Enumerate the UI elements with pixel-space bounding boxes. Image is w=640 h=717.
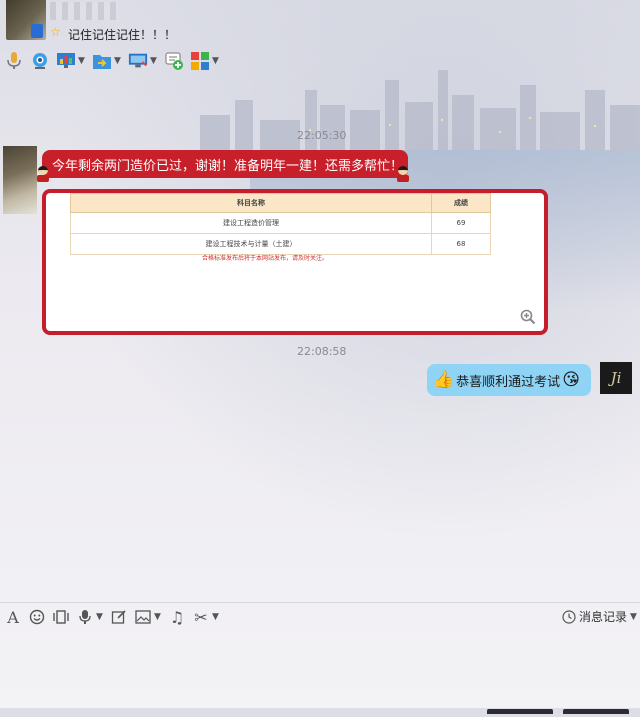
table-row: 建设工程造价管理 69	[70, 212, 491, 234]
chat-header: ☆ 记住记住记住！！！ ▼ ▼ ▼ ▼	[0, 0, 640, 80]
contact-signature: 记住记住记住！！！	[68, 28, 177, 42]
my-avatar-logo: Ji	[610, 369, 622, 387]
score-cell: 68	[431, 233, 491, 255]
message-history-label: 消息记录	[578, 610, 627, 624]
contact-name	[50, 2, 118, 20]
incoming-image-message[interactable]: 科目名称 成绩 建设工程造价管理 69 建设工程技术与计量（土建） 68 合格标…	[42, 189, 548, 335]
send-file-button[interactable]: ▼	[92, 48, 122, 74]
image-icon	[134, 607, 152, 627]
table-header-subject: 科目名称	[70, 193, 432, 213]
sender-avatar[interactable]	[3, 146, 37, 214]
score-cell: 69	[431, 212, 491, 234]
video-call-button[interactable]	[30, 48, 50, 74]
table-row: 建设工程技术与计量（土建） 68	[70, 233, 491, 255]
shake-window-icon[interactable]	[52, 607, 70, 627]
edit-icon[interactable]	[110, 607, 128, 627]
chevron-down-icon[interactable]: ▼	[114, 56, 122, 66]
emoji-icon[interactable]	[28, 607, 46, 627]
bubble-doll-decoration-left	[36, 166, 50, 182]
music-icon[interactable]: ♫	[168, 607, 186, 627]
message-history-button[interactable]: 消息记录 ▼	[562, 608, 638, 625]
outgoing-message-bubble[interactable]: 👍 恭喜顺利通过考试 😘	[427, 364, 591, 396]
thumbs-up-emoji-icon: 👍	[433, 369, 455, 390]
webcam-icon	[30, 51, 50, 71]
incoming-message-bubble[interactable]: 今年剩余两门造价已过，谢谢！准备明年一建！还需多帮忙！	[42, 150, 408, 178]
input-toolbar: A ▼ ▼ ♫ ✂ ▼	[4, 606, 220, 628]
input-divider	[0, 602, 640, 603]
screen-chart-icon	[56, 51, 76, 71]
my-avatar[interactable]: Ji	[600, 362, 632, 394]
scissors-icon: ✂	[194, 607, 208, 627]
chevron-down-icon[interactable]: ▼	[212, 612, 220, 622]
message-input[interactable]	[0, 628, 640, 708]
message-timestamp: 22:08:58	[297, 345, 347, 358]
remote-desktop-button[interactable]: ▼	[128, 48, 158, 74]
chat-toolbar: ▼ ▼ ▼ ▼	[4, 48, 220, 74]
font-icon[interactable]: A	[4, 607, 22, 627]
incoming-message-text: 今年剩余两门造价已过，谢谢！准备明年一建！还需多帮忙！	[52, 158, 404, 174]
apps-button[interactable]: ▼	[190, 48, 220, 74]
chevron-down-icon[interactable]: ▼	[154, 612, 162, 622]
subject-cell: 建设工程技术与计量（土建）	[70, 233, 432, 255]
voice-call-button[interactable]	[4, 48, 24, 74]
subject-cell: 建设工程造价管理	[70, 212, 432, 234]
device-status-icon	[31, 24, 43, 38]
send-button[interactable]	[562, 709, 629, 714]
folder-transfer-icon	[92, 51, 112, 71]
app-grid-icon	[190, 51, 210, 71]
screenshot-button[interactable]: ✂ ▼	[192, 604, 220, 630]
table-header-score: 成绩	[431, 193, 491, 213]
kiss-emoji-icon: 😘	[562, 369, 580, 390]
star-icon: ☆	[50, 25, 61, 39]
chevron-down-icon[interactable]: ▼	[630, 612, 638, 622]
chat-add-icon	[164, 51, 184, 71]
create-discussion-button[interactable]	[164, 48, 184, 74]
clock-icon	[562, 609, 576, 624]
chevron-down-icon[interactable]: ▼	[212, 56, 220, 66]
message-timestamp: 22:05:30	[297, 129, 347, 142]
microphone-icon	[4, 51, 24, 71]
chevron-down-icon[interactable]: ▼	[78, 56, 86, 66]
voice-message-button[interactable]: ▼	[76, 604, 104, 630]
monitor-icon	[128, 51, 148, 71]
outgoing-message-text: 恭喜顺利通过考试	[456, 374, 561, 390]
microphone-icon	[76, 607, 94, 627]
chevron-down-icon[interactable]: ▼	[96, 612, 104, 622]
bubble-doll-decoration-right	[396, 166, 410, 182]
close-button[interactable]	[487, 709, 553, 714]
score-table-image: 科目名称 成绩 建设工程造价管理 69 建设工程技术与计量（土建） 68	[70, 193, 491, 255]
score-note: 合格标准发布后将于本网站发布，请及时关注。	[202, 255, 329, 262]
send-image-button[interactable]: ▼	[134, 604, 162, 630]
zoom-in-icon[interactable]	[520, 309, 536, 325]
chevron-down-icon[interactable]: ▼	[150, 56, 158, 66]
send-button-row	[487, 703, 637, 714]
remote-demo-button[interactable]: ▼	[56, 48, 86, 74]
